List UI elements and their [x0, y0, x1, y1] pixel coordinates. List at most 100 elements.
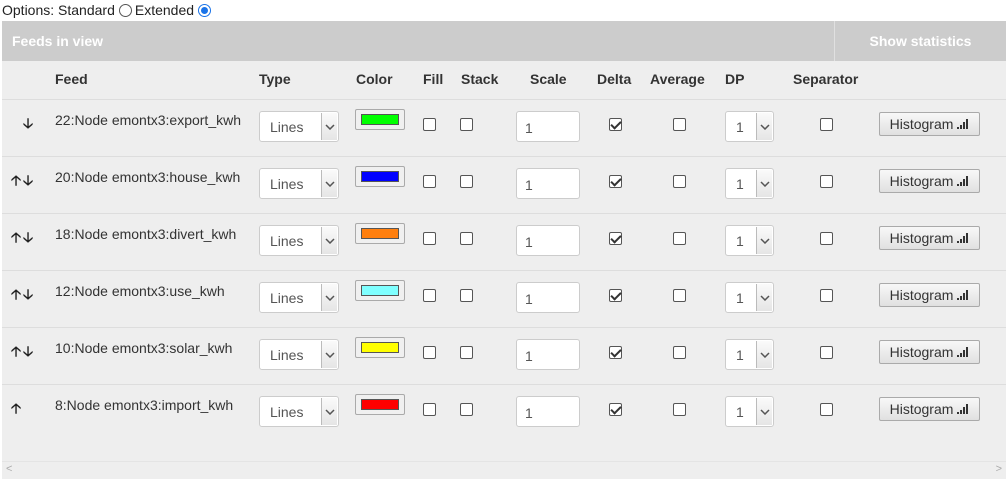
average-checkbox[interactable] [673, 118, 686, 131]
scale-input[interactable]: 1 [516, 396, 580, 427]
delta-checkbox[interactable] [609, 289, 622, 302]
separator-checkbox[interactable] [820, 403, 833, 416]
scroll-left-icon[interactable]: < [6, 463, 12, 475]
average-checkbox[interactable] [673, 289, 686, 302]
delta-checkbox[interactable] [609, 175, 622, 188]
dp-select-value: 1 [736, 176, 744, 192]
feed-row: 🡣 22:Node emontx3:export_kwh Lines 1 1 Histog… [2, 99, 1006, 156]
fill-checkbox[interactable] [423, 118, 436, 131]
horizontal-scrollbar[interactable]: < > [2, 461, 1006, 478]
histogram-button[interactable]: Histogram [879, 226, 980, 250]
fill-checkbox[interactable] [423, 346, 436, 359]
standard-label[interactable]: Standard [58, 2, 115, 18]
scale-input[interactable]: 1 [516, 225, 580, 256]
stack-checkbox[interactable] [460, 232, 473, 245]
type-select[interactable]: Lines [259, 111, 339, 142]
separator-checkbox[interactable] [820, 232, 833, 245]
bar-chart-icon [957, 119, 969, 129]
color-picker[interactable] [355, 394, 405, 415]
delta-checkbox[interactable] [609, 346, 622, 359]
fill-checkbox[interactable] [423, 403, 436, 416]
dp-select[interactable]: 1 [725, 111, 774, 142]
type-select-value: Lines [270, 233, 304, 249]
up-arrow-icon[interactable]: 🡡 [10, 170, 22, 194]
type-select[interactable]: Lines [259, 396, 339, 427]
dp-select[interactable]: 1 [725, 396, 774, 427]
up-arrow-icon[interactable]: 🡡 [10, 227, 22, 251]
scroll-right-icon[interactable]: > [996, 463, 1002, 475]
fill-checkbox[interactable] [423, 175, 436, 188]
down-arrow-icon[interactable]: 🡣 [22, 170, 34, 194]
chevron-down-icon [321, 284, 337, 311]
feed-name: 22:Node emontx3:export_kwh [55, 112, 241, 128]
stack-checkbox[interactable] [460, 118, 473, 131]
type-select[interactable]: Lines [259, 225, 339, 256]
down-arrow-icon[interactable]: 🡣 [22, 341, 34, 365]
down-arrow-icon[interactable]: 🡣 [22, 113, 34, 137]
feed-row: 🡡 🡣 18:Node emontx3:divert_kwh Lines 1 1 Histo… [2, 213, 1006, 270]
up-arrow-icon[interactable]: 🡡 [10, 341, 22, 365]
reorder-arrows: 🡡 🡣 [10, 170, 40, 194]
histogram-button[interactable]: Histogram [879, 397, 980, 421]
histogram-button[interactable]: Histogram [879, 340, 980, 364]
delta-checkbox[interactable] [609, 118, 622, 131]
dp-select-value: 1 [736, 347, 744, 363]
stack-checkbox[interactable] [460, 403, 473, 416]
average-checkbox[interactable] [673, 346, 686, 359]
stack-checkbox[interactable] [460, 346, 473, 359]
color-picker[interactable] [355, 280, 405, 301]
chevron-down-icon [756, 341, 772, 368]
separator-checkbox[interactable] [820, 175, 833, 188]
histogram-button[interactable]: Histogram [879, 283, 980, 307]
delta-checkbox[interactable] [609, 232, 622, 245]
dp-select[interactable]: 1 [725, 339, 774, 370]
feed-row: 🡡 🡣 10:Node emontx3:solar_kwh Lines 1 1 Histog… [2, 327, 1006, 384]
dp-select-value: 1 [736, 119, 744, 135]
dp-select[interactable]: 1 [725, 168, 774, 199]
type-select-value: Lines [270, 119, 304, 135]
stack-checkbox[interactable] [460, 175, 473, 188]
separator-checkbox[interactable] [820, 118, 833, 131]
type-select[interactable]: Lines [259, 168, 339, 199]
up-arrow-icon[interactable]: 🡡 [10, 284, 22, 308]
stack-checkbox[interactable] [460, 289, 473, 302]
average-checkbox[interactable] [673, 175, 686, 188]
type-select[interactable]: Lines [259, 282, 339, 313]
separator-checkbox[interactable] [820, 289, 833, 302]
dp-select-value: 1 [736, 290, 744, 306]
standard-radio[interactable] [118, 3, 132, 17]
scale-input[interactable]: 1 [516, 111, 580, 142]
color-picker[interactable] [355, 223, 405, 244]
average-checkbox[interactable] [673, 403, 686, 416]
histogram-button-label: Histogram [889, 401, 954, 417]
bar-chart-icon [957, 176, 969, 186]
histogram-button[interactable]: Histogram [879, 169, 980, 193]
dp-select[interactable]: 1 [725, 225, 774, 256]
scale-input[interactable]: 1 [516, 282, 580, 313]
extended-label[interactable]: Extended [135, 2, 194, 18]
panel-title: Feeds in view [12, 33, 104, 49]
dp-select[interactable]: 1 [725, 282, 774, 313]
up-arrow-icon[interactable]: 🡡 [10, 398, 22, 422]
separator-checkbox[interactable] [820, 346, 833, 359]
scale-input[interactable]: 1 [516, 339, 580, 370]
chevron-down-icon [756, 170, 772, 197]
extended-radio[interactable] [198, 3, 212, 17]
average-checkbox[interactable] [673, 232, 686, 245]
color-picker[interactable] [355, 337, 405, 358]
type-select[interactable]: Lines [259, 339, 339, 370]
color-swatch [361, 399, 399, 410]
feed-row: 🡡 🡣 12:Node emontx3:use_kwh Lines 1 1 Histogra… [2, 270, 1006, 327]
delta-checkbox[interactable] [609, 403, 622, 416]
fill-checkbox[interactable] [423, 232, 436, 245]
histogram-button[interactable]: Histogram [879, 112, 980, 136]
color-picker[interactable] [355, 166, 405, 187]
color-picker[interactable] [355, 109, 405, 130]
show-statistics-button[interactable]: Show statistics [834, 21, 1006, 61]
down-arrow-icon[interactable]: 🡣 [22, 284, 34, 308]
color-swatch [361, 342, 399, 353]
down-arrow-icon[interactable]: 🡣 [22, 227, 34, 251]
histogram-button-label: Histogram [889, 344, 954, 360]
fill-checkbox[interactable] [423, 289, 436, 302]
scale-input[interactable]: 1 [516, 168, 580, 199]
